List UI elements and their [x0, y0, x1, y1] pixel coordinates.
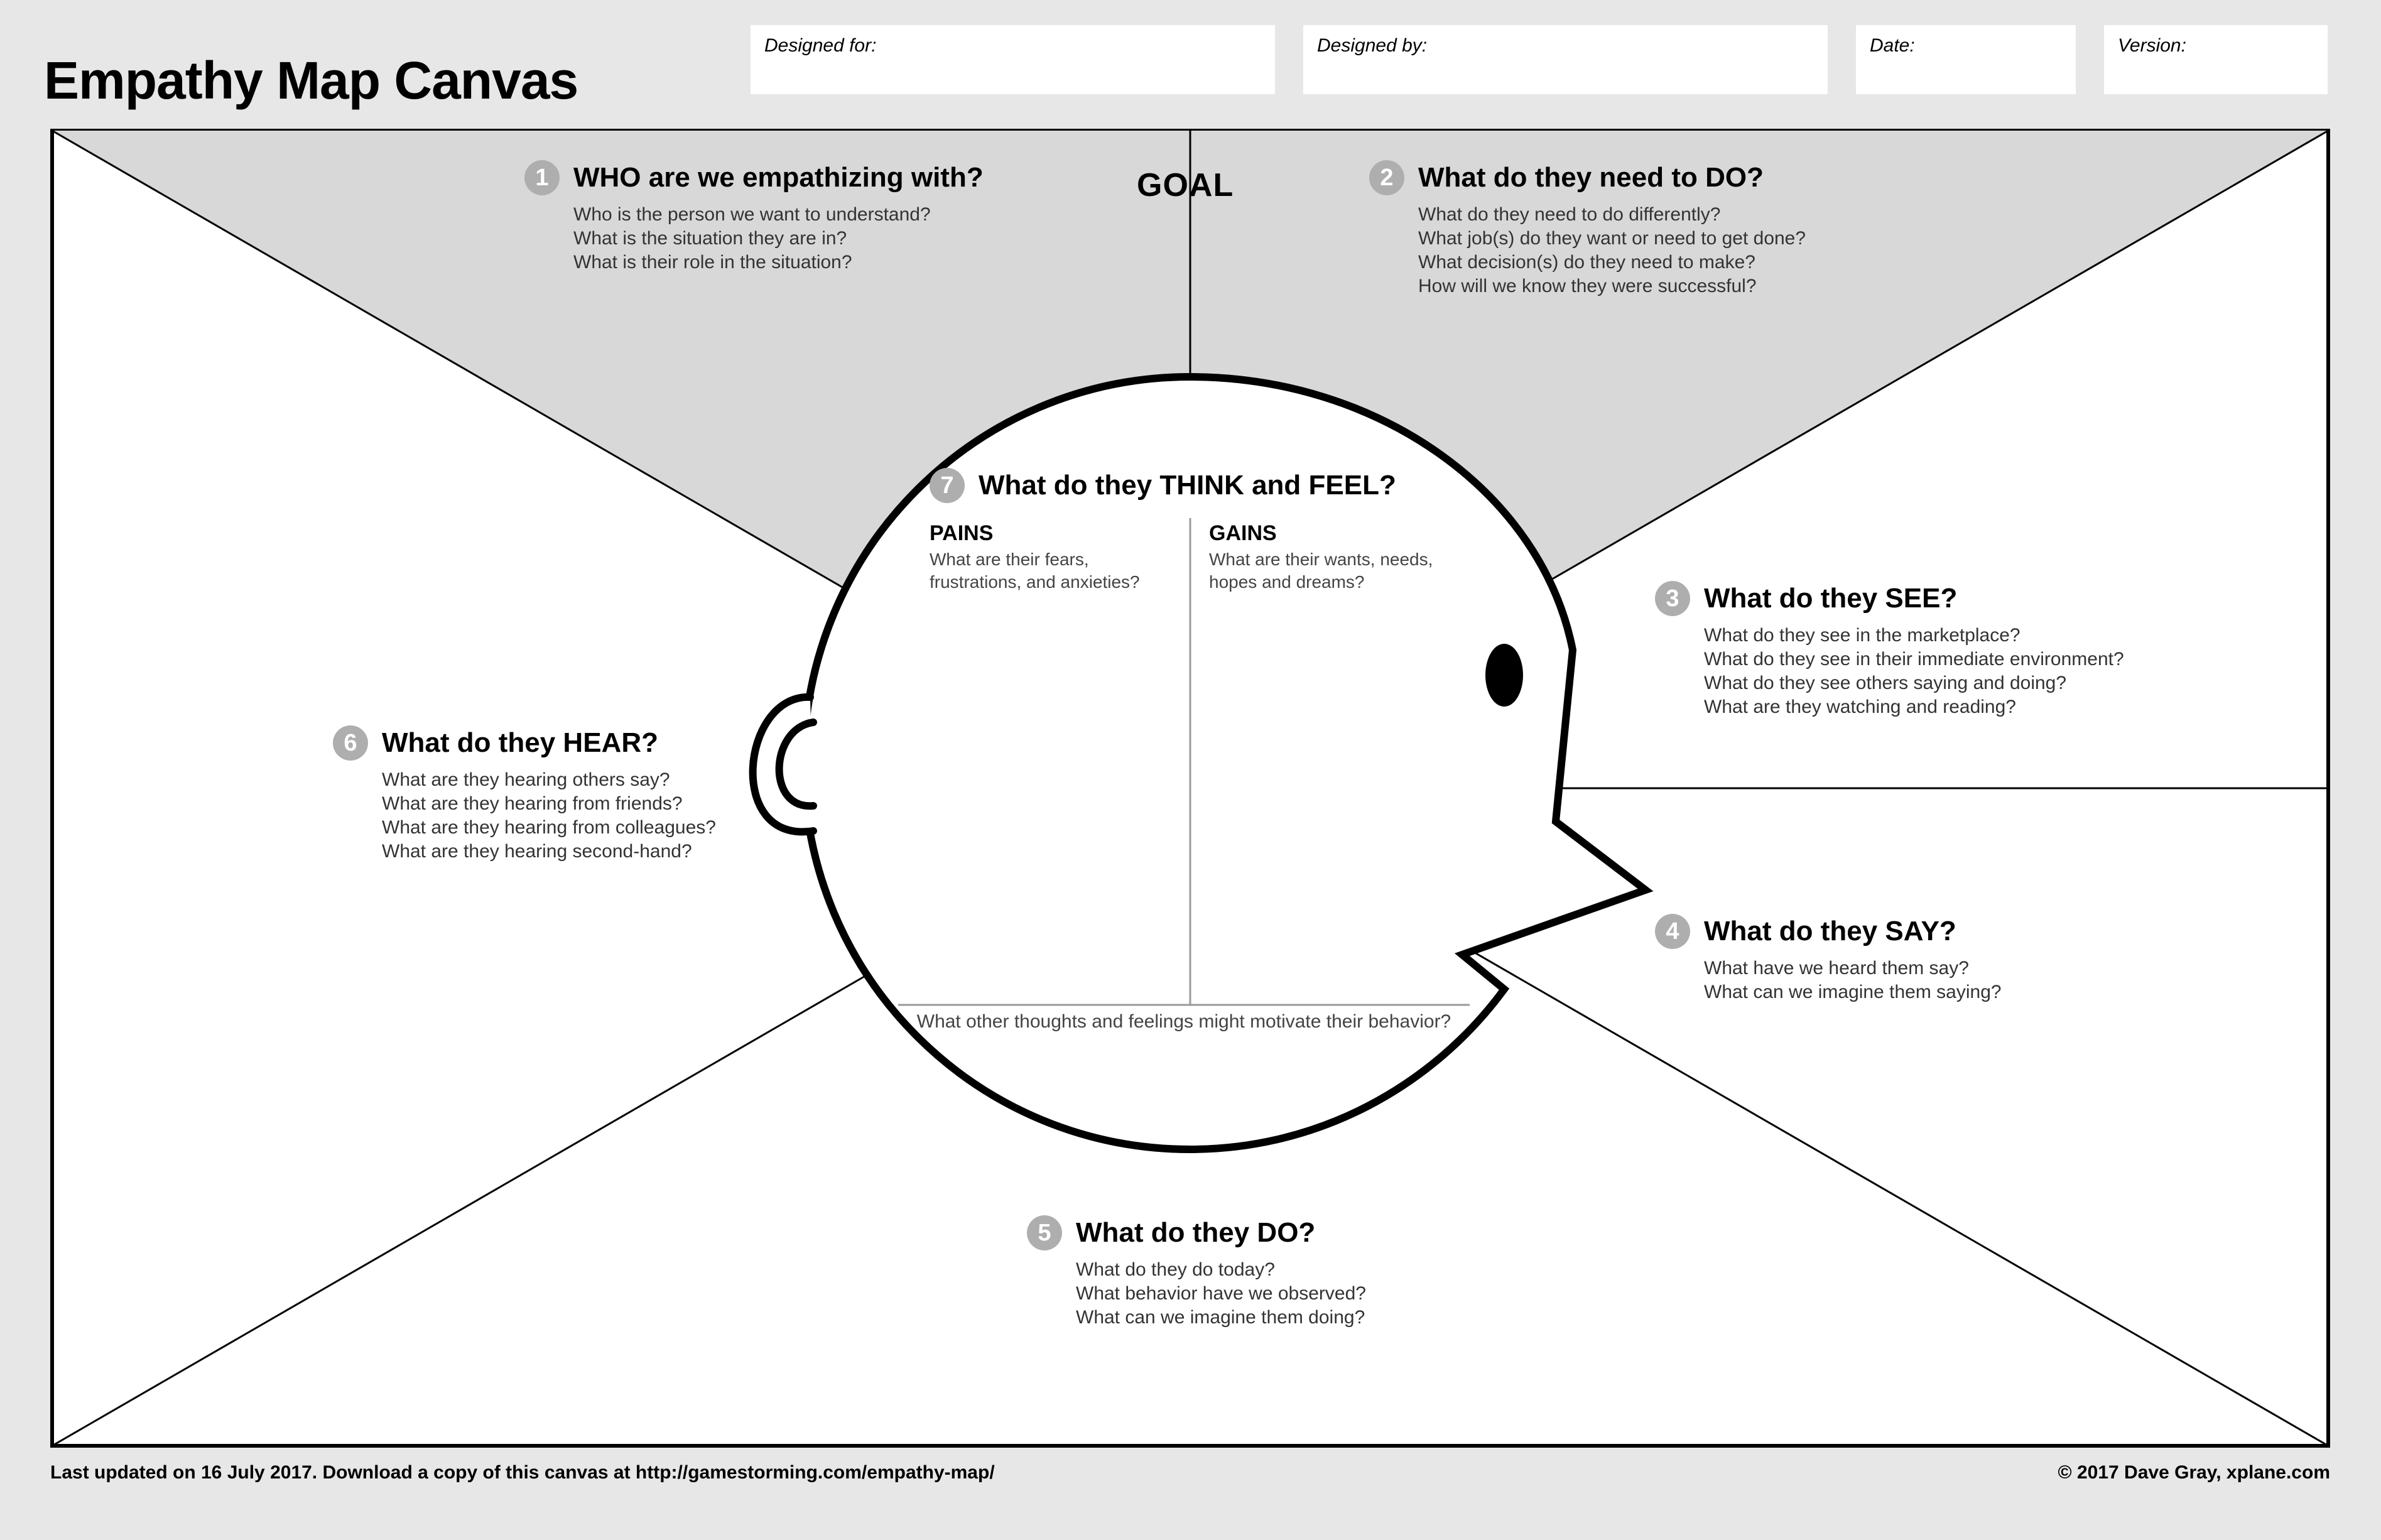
section-do-need: 2 What do they need to DO? What do they n… [1369, 160, 1806, 298]
section-title: What do they DO? [1076, 1215, 1315, 1250]
section-think-feel: 7 What do they THINK and FEEL? [930, 468, 1495, 503]
section-prompts: What have we heard them say? What can we… [1704, 957, 2002, 1004]
section-number: 6 [333, 725, 368, 761]
field-date[interactable]: Date: [1856, 25, 2076, 94]
section-prompts: Who is the person we want to understand?… [573, 203, 984, 274]
section-title: What do they HEAR? [382, 725, 658, 761]
section-do: 5 What do they DO? What do they do today?… [1027, 1215, 1366, 1330]
pains-label: PAINS [930, 521, 1168, 546]
field-version[interactable]: Version: [2104, 25, 2328, 94]
section-say: 4 What do they SAY? What have we heard th… [1655, 914, 2002, 1004]
section-number: 4 [1655, 914, 1690, 949]
field-designed-for[interactable]: Designed for: [751, 25, 1275, 94]
goal-label: GOAL [1137, 166, 1234, 204]
section-prompts: What are they hearing others say? What a… [382, 768, 716, 864]
eye-icon [1485, 644, 1523, 707]
section-number: 7 [930, 468, 965, 503]
section-number: 1 [524, 160, 560, 195]
pains-body: What are their fears, frustrations, and … [930, 548, 1168, 594]
section-title: What do they need to DO? [1418, 160, 1764, 195]
section-number: 2 [1369, 160, 1404, 195]
section-prompts: What do they do today? What behavior hav… [1076, 1258, 1366, 1330]
label-version: Version: [2118, 35, 2186, 57]
gains: GAINS What are their wants, needs, hopes… [1209, 521, 1448, 594]
footer-left: Last updated on 16 July 2017. Download a… [50, 1462, 995, 1483]
field-designed-by[interactable]: Designed by: [1303, 25, 1828, 94]
gains-label: GAINS [1209, 521, 1448, 546]
section-prompts: What do they need to do differently? Wha… [1418, 203, 1806, 298]
section-prompts: What do they see in the marketplace? Wha… [1704, 624, 2124, 719]
section-hear: 6 What do they HEAR? What are they hearin… [333, 725, 716, 864]
label-designed-by: Designed by: [1317, 35, 1427, 57]
footer: Last updated on 16 July 2017. Download a… [50, 1462, 2330, 1483]
gains-body: What are their wants, needs, hopes and d… [1209, 548, 1448, 594]
label-date: Date: [1870, 35, 1915, 57]
page-title: Empathy Map Canvas [44, 50, 578, 111]
section-title: What do they THINK and FEEL? [979, 468, 1396, 503]
section-see: 3 What do they SEE? What do they see in t… [1655, 581, 2124, 719]
canvas: GOAL 1 WHO are we empathizing with? Who i… [50, 129, 2330, 1448]
section-title: What do they SAY? [1704, 914, 1956, 949]
section-number: 3 [1655, 581, 1690, 616]
section-title: WHO are we empathizing with? [573, 160, 984, 195]
section-who: 1 WHO are we empathizing with? Who is the… [524, 160, 984, 274]
pains: PAINS What are their fears, frustrations… [930, 521, 1168, 594]
think-feel-footer: What other thoughts and feelings might m… [898, 1011, 1470, 1033]
label-designed-for: Designed for: [764, 35, 876, 57]
section-title: What do they SEE? [1704, 581, 1957, 616]
footer-right: © 2017 Dave Gray, xplane.com [2058, 1462, 2330, 1483]
section-number: 5 [1027, 1215, 1062, 1250]
